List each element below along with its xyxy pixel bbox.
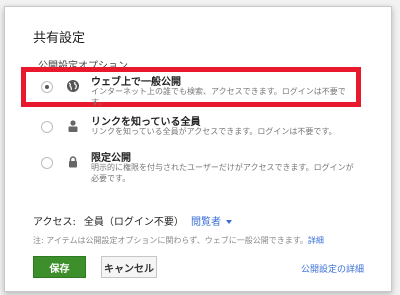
option-anyone-with-link[interactable]: リンクを知っている全員 リンクを知っている全員がアクセスできます。ログインは不要…	[37, 111, 367, 147]
radio-limited[interactable]	[41, 157, 53, 169]
role-value: 閲覧者	[191, 217, 221, 228]
option-limited[interactable]: 限定公開 明示的に権限を付与されたユーザーだけがアクセスできます。ログインが必要…	[37, 147, 367, 183]
note-text: 注: アイテムは公開設定オプションに関わらず、ウェブに一般公開できます。	[33, 236, 308, 245]
access-value: 全員（ログイン不要）	[83, 217, 184, 228]
access-label: アクセス:	[33, 217, 76, 228]
people-icon	[66, 118, 80, 132]
option-description: 明示的に権限を付与されたユーザーだけがアクセスできます。ログインが必要です。	[91, 163, 354, 183]
globe-icon	[66, 78, 80, 92]
note-details-link[interactable]: 詳細	[308, 236, 324, 245]
save-button[interactable]: 保存	[33, 256, 86, 278]
access-row: アクセス: 全員（ログイン不要）	[33, 213, 184, 228]
radio-anyone-with-link[interactable]	[41, 121, 53, 133]
lock-icon	[66, 154, 80, 168]
cancel-button[interactable]: キャンセル	[101, 256, 157, 278]
option-description: インターネット上の誰でも検索、アクセスできます。ログインは不要です。	[91, 87, 346, 107]
sharing-details-link[interactable]: 公開設定の詳細	[301, 262, 364, 275]
sharing-settings-dialog: 共有設定 公開設定オプション ウェブ上で一般公開 インターネット上の誰でも検索、…	[4, 6, 392, 292]
note: 注: アイテムは公開設定オプションに関わらず、ウェブに一般公開できます。詳細	[33, 235, 324, 246]
option-public-web[interactable]: ウェブ上で一般公開 インターネット上の誰でも検索、アクセスできます。ログインは不…	[37, 71, 367, 107]
option-description: リンクを知っている全員がアクセスできます。ログインは不要です。	[91, 127, 337, 136]
radio-public-web[interactable]	[41, 81, 53, 93]
role-dropdown[interactable]: 閲覧者	[191, 213, 232, 228]
dialog-title: 共有設定	[33, 31, 86, 46]
caret-down-icon	[226, 220, 232, 224]
